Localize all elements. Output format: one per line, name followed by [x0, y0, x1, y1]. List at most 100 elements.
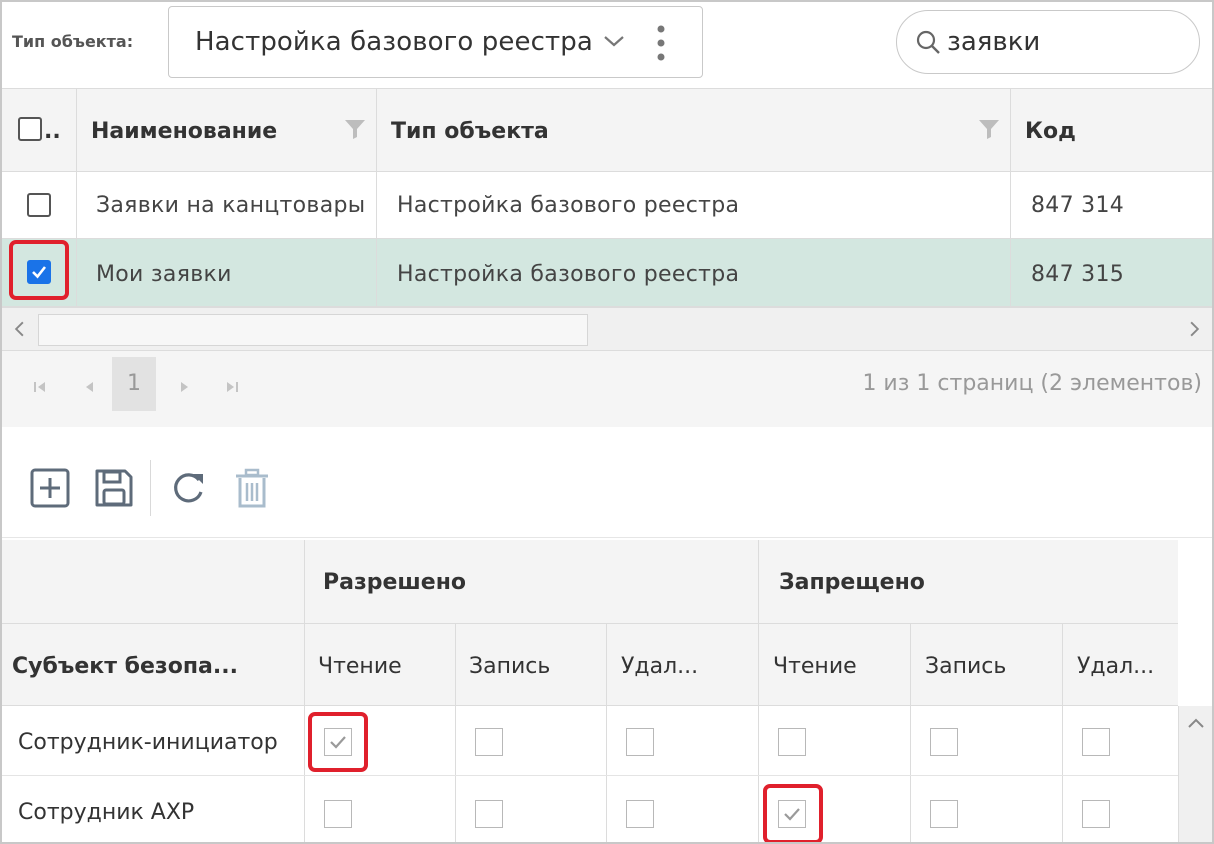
grid-header-row: .. Наименование Тип объекта Код [2, 88, 1212, 172]
subject-header-label: Субъект безопа... [12, 654, 238, 679]
cell-allowed-delete [607, 706, 759, 775]
table-row-selected[interactable]: Мои заявки Настройка базового реестра 84… [2, 239, 1212, 307]
cell-name-text: Мои заявки [96, 262, 232, 287]
permission-checkbox[interactable] [1082, 728, 1110, 756]
cell-type-text: Настройка базового реестра [397, 193, 740, 218]
search-box[interactable] [896, 10, 1200, 74]
cell-denied-write [911, 776, 1063, 842]
column-header-label: Тип объекта [391, 119, 549, 144]
cell-denied-delete [1063, 776, 1178, 842]
scrollbar-thumb[interactable] [38, 314, 588, 346]
column-header-denied-delete[interactable]: Удал... [1063, 624, 1178, 705]
permissions-grid: Разрешено Запрещено Субъект безопа... Чт… [2, 540, 1213, 842]
column-header-label: Наименование [91, 119, 278, 144]
group-allowed-label: Разрешено [323, 570, 467, 595]
refresh-icon[interactable] [166, 466, 210, 510]
permission-checkbox[interactable] [324, 800, 352, 828]
permission-row[interactable]: Сотрудник АХР [2, 776, 1178, 842]
group-denied-label: Запрещено [779, 570, 925, 595]
column-header-allowed-read[interactable]: Чтение [305, 624, 456, 705]
permission-checkbox[interactable] [930, 728, 958, 756]
scroll-right-icon[interactable] [1176, 308, 1212, 350]
chevron-down-icon[interactable] [601, 32, 627, 50]
filter-icon[interactable] [343, 117, 367, 141]
last-page-icon[interactable] [222, 377, 242, 397]
filter-icon[interactable] [977, 117, 1001, 141]
cell-subject: Сотрудник АХР [2, 776, 305, 842]
column-header-label: Чтение [318, 654, 402, 679]
permission-checkbox[interactable] [778, 728, 806, 756]
row-select-cell [2, 239, 77, 306]
column-header-row: Субъект безопа... Чтение Запись Удал... … [2, 624, 1178, 706]
cell-allowed-write [456, 776, 607, 842]
cell-type: Настройка базового реестра [377, 239, 1011, 306]
page-number-current[interactable]: 1 [112, 357, 156, 411]
delete-icon[interactable] [230, 466, 274, 510]
permission-row[interactable]: Сотрудник-инициатор [2, 706, 1178, 776]
object-type-select[interactable]: Настройка базового реестра [168, 6, 703, 78]
group-header-empty [2, 540, 305, 623]
column-header-name[interactable]: Наименование [77, 89, 377, 171]
toolbar-separator [150, 460, 151, 516]
app-frame: Тип объекта: Настройка базового реестра [0, 0, 1214, 844]
permission-checkbox[interactable] [930, 800, 958, 828]
cell-denied-delete [1063, 706, 1178, 775]
object-type-value: Настройка базового реестра [195, 27, 593, 57]
permission-checkbox[interactable] [626, 800, 654, 828]
cell-type: Настройка базового реестра [377, 172, 1011, 238]
column-header-allowed-write[interactable]: Запись [456, 624, 607, 705]
next-page-icon[interactable] [174, 377, 194, 397]
permission-checkbox[interactable] [1082, 800, 1110, 828]
table-row[interactable]: Заявки на канцтовары Настройка базового … [2, 172, 1212, 239]
permission-checkbox[interactable] [475, 728, 503, 756]
cell-name: Заявки на канцтовары [77, 172, 377, 238]
permission-checkbox[interactable] [626, 728, 654, 756]
first-page-icon[interactable] [30, 377, 50, 397]
highlight-box [763, 784, 823, 842]
cell-denied-read [759, 706, 911, 775]
more-vertical-icon[interactable] [655, 23, 667, 63]
permissions-toolbar [2, 442, 1212, 538]
add-icon[interactable] [28, 466, 72, 510]
cell-code: 847 315 [1011, 239, 1212, 306]
column-header-label: Удал... [1077, 654, 1155, 679]
column-header-type[interactable]: Тип объекта [377, 89, 1011, 171]
column-header-label: Запись [925, 654, 1007, 679]
column-header-denied-read[interactable]: Чтение [759, 624, 911, 705]
cell-code-text: 847 314 [1031, 193, 1125, 218]
column-header-denied-write[interactable]: Запись [911, 624, 1063, 705]
scroll-left-icon[interactable] [2, 308, 38, 350]
save-icon[interactable] [92, 466, 136, 510]
cell-subject: Сотрудник-инициатор [2, 706, 305, 775]
column-header-allowed-delete[interactable]: Удал... [607, 624, 759, 705]
column-header-label: Запись [469, 654, 551, 679]
group-header-allowed: Разрешено [305, 540, 759, 623]
select-all-cell: .. [2, 89, 77, 171]
cell-denied-write [911, 706, 1063, 775]
subject-name: Сотрудник АХР [18, 800, 195, 825]
horizontal-scrollbar[interactable] [2, 307, 1212, 351]
search-icon [916, 30, 940, 54]
pager: 1 1 из 1 страниц (2 элементов) [2, 351, 1212, 427]
cell-name-text: Заявки на канцтовары [96, 193, 366, 218]
cell-allowed-read [305, 776, 456, 842]
select-all-checkbox[interactable] [18, 117, 42, 141]
column-header-code[interactable]: Код [1011, 89, 1212, 171]
highlight-box [9, 240, 69, 300]
scroll-up-icon[interactable] [1179, 706, 1213, 742]
cell-allowed-write [456, 706, 607, 775]
group-header-denied: Запрещено [759, 540, 1178, 623]
group-header-row: Разрешено Запрещено [2, 540, 1178, 624]
permission-checkbox[interactable] [475, 800, 503, 828]
vertical-scrollbar[interactable] [1178, 706, 1213, 842]
select-all-label: .. [44, 119, 61, 144]
row-checkbox[interactable] [27, 193, 51, 217]
object-type-label: Тип объекта: [12, 32, 134, 51]
column-header-subject[interactable]: Субъект безопа... [2, 624, 305, 705]
prev-page-icon[interactable] [80, 377, 100, 397]
subject-name: Сотрудник-инициатор [18, 730, 278, 755]
cell-allowed-read [305, 706, 456, 775]
column-header-label: Удал... [621, 654, 699, 679]
search-input[interactable] [947, 23, 1187, 61]
cell-code: 847 314 [1011, 172, 1212, 238]
